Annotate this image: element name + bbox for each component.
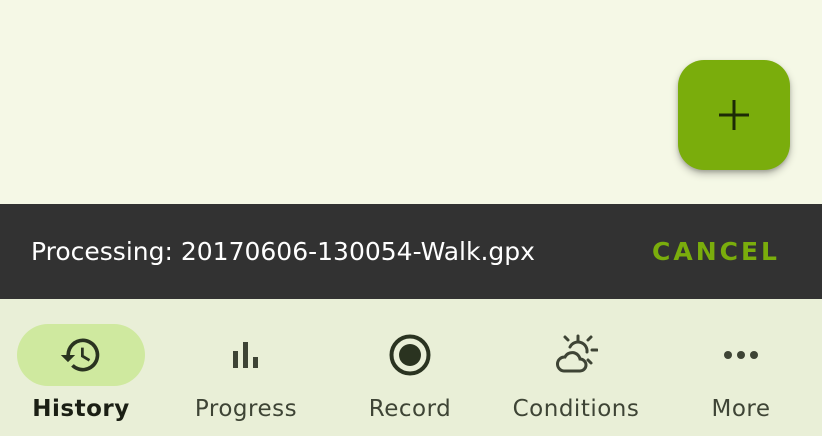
weather-icon (554, 333, 598, 377)
nav-label-conditions: Conditions (512, 396, 640, 422)
active-indicator (17, 324, 145, 386)
nav-pill (346, 324, 474, 386)
nav-label-history: History (32, 396, 130, 422)
nav-pill (512, 324, 640, 386)
snackbar-message: Processing: 20170606-130054-Walk.gpx (31, 237, 535, 266)
nav-pill (182, 324, 310, 386)
nav-pill (677, 324, 805, 386)
snackbar: Processing: 20170606-130054-Walk.gpx CAN… (0, 204, 822, 299)
app-screen: Processing: 20170606-130054-Walk.gpx CAN… (0, 0, 822, 436)
history-icon (59, 333, 103, 377)
nav-label-record: Record (368, 396, 452, 422)
nav-item-record[interactable]: Record (328, 299, 492, 436)
record-icon (388, 333, 432, 377)
bar-chart-icon (230, 339, 262, 371)
nav-label-more: More (711, 396, 771, 422)
nav-item-more[interactable]: More (660, 299, 822, 436)
nav-item-history[interactable]: History (0, 299, 162, 436)
more-horizontal-icon (723, 349, 759, 361)
nav-label-progress: Progress (194, 396, 298, 422)
nav-item-conditions[interactable]: Conditions (492, 299, 660, 436)
nav-item-progress[interactable]: Progress (164, 299, 328, 436)
bottom-navigation: History Progress Record Conditions More (0, 299, 822, 436)
plus-icon (717, 98, 751, 132)
cancel-button[interactable]: CANCEL (652, 237, 780, 266)
add-activity-button[interactable] (678, 60, 790, 170)
